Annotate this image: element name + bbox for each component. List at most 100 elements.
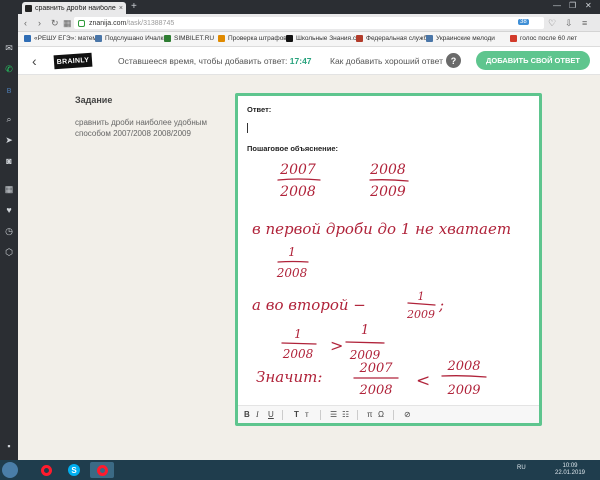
frac4-num: 1 — [418, 290, 425, 303]
tabs-grid-icon[interactable]: ▦ — [63, 18, 72, 29]
brainly-header: ‹ BRAINLY Оставшееся время, чтобы добави… — [18, 47, 600, 75]
bold-button[interactable]: B — [244, 410, 250, 419]
close-window-button[interactable]: ✕ — [585, 1, 592, 10]
time-remaining: Оставшееся время, чтобы добавить ответ: … — [118, 56, 312, 66]
bookmark-favicon-icon — [164, 35, 171, 42]
add-answer-button[interactable]: ДОБАВИТЬ СВОЙ ОТВЕТ — [476, 51, 590, 70]
line-second-fraction: а во второй − — [252, 296, 366, 314]
minimize-button[interactable]: — — [553, 1, 561, 10]
speed-dial-icon[interactable]: ▦ — [3, 183, 15, 195]
timer-value: 17:47 — [289, 56, 312, 66]
frac2-den: 2009 — [369, 184, 406, 200]
toolbar-divider — [320, 410, 321, 420]
help-icon[interactable]: ? — [446, 53, 461, 68]
frac1-num: 2007 — [279, 162, 316, 178]
whatsapp-icon[interactable]: ✆ — [3, 63, 15, 75]
heading-large-button[interactable]: T — [294, 410, 299, 419]
bookmark-item[interactable]: Федеральная служб — [356, 35, 427, 42]
address-field[interactable]: znanija.com/task/31388745 — [74, 17, 544, 29]
frac5-num: 1 — [294, 327, 302, 341]
how-to-answer-link[interactable]: Как добавить хороший ответ — [330, 56, 443, 66]
frac4-bar — [407, 302, 436, 306]
frac6-den: 2009 — [349, 348, 381, 362]
toolbar-divider — [357, 410, 358, 420]
bookmark-item[interactable]: Украинские мелоди — [426, 35, 495, 42]
sidebar-more-icon[interactable]: ▪ — [3, 440, 15, 452]
clock-time: 10:09 — [562, 463, 578, 469]
browser-tab[interactable]: сравнить дроби наиболе × — [22, 2, 126, 14]
attach-icon[interactable]: ⊘ — [404, 410, 411, 419]
heading-small-button[interactable]: т — [305, 410, 309, 419]
send-icon[interactable]: ➤ — [3, 134, 15, 146]
italic-button[interactable]: I — [256, 410, 259, 419]
url-text: znanija.com/task/31388745 — [89, 19, 175, 27]
frac2-bar — [369, 179, 409, 182]
new-tab-button[interactable]: + — [131, 1, 137, 12]
frac7-num: 2007 — [358, 361, 393, 376]
system-clock[interactable]: 10:09 22.01.2019 — [553, 463, 587, 477]
bookmark-favicon-icon — [95, 35, 102, 42]
tracker-badge[interactable]: 38 — [518, 19, 529, 25]
frac1-bar — [277, 178, 321, 181]
bookmark-favicon-icon — [24, 35, 31, 42]
answer-editor[interactable]: Ответ: Пошаговое объяснение: 2007 2008 2… — [235, 93, 542, 426]
secure-lock-icon — [78, 19, 85, 27]
bookmark-item[interactable]: Проверка штрафов — [218, 35, 287, 42]
task-text: сравнить дроби наиболее удобным способом… — [75, 118, 208, 138]
tab-close-icon[interactable]: × — [119, 5, 123, 12]
brainly-favicon-icon — [25, 4, 32, 12]
bookmark-item[interactable]: Школьные Знания.c — [286, 35, 356, 42]
camera-icon[interactable]: ◙ — [3, 155, 15, 167]
pi-symbol-button[interactable]: π — [367, 410, 373, 419]
windows-taskbar: S RU 10:09 22.01.2019 — [0, 460, 600, 480]
tab-strip: сравнить дроби наиболе × + — ❐ ✕ — [18, 0, 600, 14]
bookmarks-bar: «РЕШУ ЕГЭ»: матем Подслушано Ичалки SIMB… — [18, 32, 600, 47]
download-icon[interactable]: ⇩ — [565, 18, 573, 29]
bookmark-item[interactable]: Подслушано Ичалки — [95, 35, 167, 42]
editor-toolbar: B I U T т ☰ ☷ π Ω ⊘ — [238, 405, 539, 423]
bookmark-item[interactable]: «РЕШУ ЕГЭ»: матем — [24, 35, 97, 42]
frac3-bar — [277, 260, 309, 263]
reload-icon[interactable]: ↻ — [51, 18, 59, 29]
forward-nav-icon[interactable]: › — [38, 18, 41, 28]
extensions-icon[interactable]: ⬡ — [3, 246, 15, 258]
bookmark-heart-icon[interactable]: ♡ — [548, 18, 556, 29]
back-arrow-icon[interactable]: ‹ — [32, 53, 37, 69]
clock-date: 22.01.2019 — [554, 470, 586, 476]
maximize-button[interactable]: ❐ — [569, 1, 576, 10]
omega-symbol-button[interactable]: Ω — [378, 410, 384, 419]
bookmark-favicon-icon — [426, 35, 433, 42]
skype-taskbar-icon[interactable]: S — [62, 462, 86, 478]
frac8-num: 2008 — [446, 359, 480, 374]
text-caret — [247, 123, 248, 133]
frac3-den: 2008 — [276, 266, 308, 280]
history-icon[interactable]: ◷ — [3, 225, 15, 237]
unordered-list-button[interactable]: ☷ — [342, 410, 349, 419]
task-heading: Задание — [75, 95, 113, 105]
line-therefore: Значит: — [256, 368, 322, 386]
ordered-list-button[interactable]: ☰ — [330, 410, 337, 419]
toolbar-divider — [282, 410, 283, 420]
search-icon[interactable]: ⌕ — [3, 113, 15, 125]
back-nav-icon[interactable]: ‹ — [24, 18, 27, 28]
settings-icon[interactable]: ≡ — [582, 18, 587, 28]
frac4-den: 2009 — [406, 308, 435, 321]
bookmark-item[interactable]: SIMBILET.RU — [164, 35, 214, 42]
vk-icon[interactable]: в — [3, 84, 15, 96]
underline-button[interactable]: U — [268, 410, 274, 419]
bookmark-favicon-icon — [356, 35, 363, 42]
frac1-den: 2008 — [279, 184, 316, 200]
handwritten-solution: 2007 2008 2008 2009 в первой дроби до 1 … — [252, 162, 511, 398]
line-first-fraction: в первой дроби до 1 не хватает — [252, 220, 511, 238]
heart-icon[interactable]: ♥ — [3, 204, 15, 216]
brainly-logo[interactable]: BRAINLY — [53, 52, 93, 70]
frac3-num: 1 — [288, 245, 296, 259]
bookmark-item[interactable]: голос после 60 лет — [510, 35, 577, 42]
start-button[interactable] — [2, 462, 18, 478]
frac2-num: 2008 — [369, 162, 406, 178]
messenger-icon[interactable]: ✉ — [3, 42, 15, 54]
opera-taskbar-icon[interactable] — [34, 462, 58, 478]
language-indicator[interactable]: RU — [517, 465, 526, 471]
tab-title: сравнить дроби наиболе — [35, 4, 116, 12]
opera-active-taskbar-icon[interactable] — [90, 462, 114, 478]
